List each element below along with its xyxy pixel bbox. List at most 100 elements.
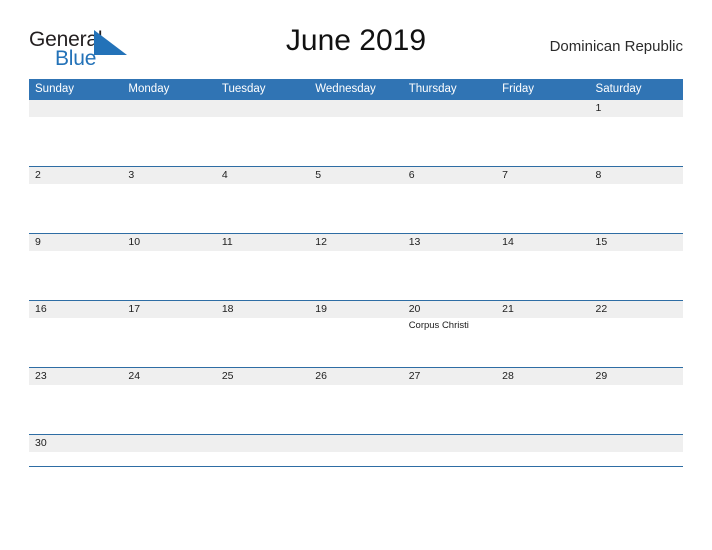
day-cell[interactable] (216, 251, 309, 300)
day-cell (403, 452, 496, 466)
calendar-week-row: 16 17 18 19 20 21 22 Corpus Christi (29, 300, 683, 367)
day-number[interactable]: 19 (309, 301, 402, 318)
weekday-wednesday: Wednesday (315, 83, 376, 95)
day-number[interactable]: 17 (122, 301, 215, 318)
day-cell[interactable] (496, 318, 589, 367)
day-number-band: 30 (29, 435, 683, 452)
day-cell[interactable] (29, 318, 122, 367)
day-cell[interactable] (29, 184, 122, 233)
day-event-band (29, 117, 683, 166)
day-number[interactable]: 24 (122, 368, 215, 385)
day-number[interactable]: 23 (29, 368, 122, 385)
day-number[interactable]: 9 (29, 234, 122, 251)
day-cell[interactable] (29, 452, 122, 466)
calendar-weeks: 1 2 3 4 5 6 7 8 9 10 11 12 13 14 15 16 17 18 19 20 21 22 Corpu… (29, 100, 683, 467)
day-number-empty (216, 100, 309, 117)
day-cell[interactable] (309, 251, 402, 300)
day-cell[interactable] (496, 251, 589, 300)
day-cell[interactable] (590, 318, 683, 367)
day-number[interactable]: 14 (496, 234, 589, 251)
day-number[interactable]: 21 (496, 301, 589, 318)
day-cell[interactable] (496, 184, 589, 233)
day-number[interactable]: 10 (122, 234, 215, 251)
day-cell[interactable] (122, 251, 215, 300)
day-cell[interactable] (309, 318, 402, 367)
day-cell[interactable] (590, 184, 683, 233)
day-number[interactable]: 29 (590, 368, 683, 385)
day-cell[interactable] (122, 184, 215, 233)
day-cell[interactable] (403, 184, 496, 233)
day-number[interactable]: 1 (590, 100, 683, 117)
day-cell[interactable] (216, 385, 309, 434)
day-cell[interactable] (590, 251, 683, 300)
day-cell (216, 452, 309, 466)
day-cell[interactable] (496, 385, 589, 434)
day-number-empty (309, 435, 402, 452)
holiday-event-label: Corpus Christi (408, 320, 469, 331)
day-event-band (29, 452, 683, 466)
day-number-band: 9 10 11 12 13 14 15 (29, 234, 683, 251)
calendar-week-row: 1 (29, 100, 683, 166)
weekday-header-row: Sunday Monday Tuesday Wednesday Thursday… (29, 79, 683, 100)
day-event-band (29, 251, 683, 300)
day-cell (496, 452, 589, 466)
calendar-week-row: 9 10 11 12 13 14 15 (29, 233, 683, 300)
day-cell[interactable] (590, 385, 683, 434)
day-number[interactable]: 4 (216, 167, 309, 184)
day-cell[interactable] (122, 385, 215, 434)
day-number[interactable]: 13 (403, 234, 496, 251)
day-number-band: 1 (29, 100, 683, 117)
calendar-week-row: 23 24 25 26 27 28 29 (29, 367, 683, 434)
day-number[interactable]: 26 (309, 368, 402, 385)
day-cell (216, 117, 309, 166)
day-number[interactable]: 12 (309, 234, 402, 251)
day-number[interactable]: 15 (590, 234, 683, 251)
day-number-empty (309, 100, 402, 117)
day-number[interactable]: 2 (29, 167, 122, 184)
day-number[interactable]: 16 (29, 301, 122, 318)
day-number[interactable]: 8 (590, 167, 683, 184)
calendar-grid: Sunday Monday Tuesday Wednesday Thursday… (29, 79, 683, 467)
day-number-band: 16 17 18 19 20 21 22 (29, 301, 683, 318)
day-number[interactable]: 7 (496, 167, 589, 184)
day-number-empty (403, 100, 496, 117)
day-cell[interactable] (309, 385, 402, 434)
day-cell[interactable] (122, 318, 215, 367)
day-cell (309, 117, 402, 166)
day-number[interactable]: 20 (403, 301, 496, 318)
calendar-week-row: 2345678 (29, 166, 683, 233)
day-cell[interactable] (403, 385, 496, 434)
day-number-empty (29, 100, 122, 117)
day-cell (309, 452, 402, 466)
day-cell (122, 117, 215, 166)
day-number-empty (496, 100, 589, 117)
day-cell[interactable]: Corpus Christi (403, 318, 496, 367)
day-number[interactable]: 5 (309, 167, 402, 184)
day-number[interactable]: 25 (216, 368, 309, 385)
region-label: Dominican Republic (549, 38, 683, 55)
day-number[interactable]: 6 (403, 167, 496, 184)
day-event-band: Corpus Christi (29, 318, 683, 367)
day-event-band (29, 184, 683, 233)
day-cell[interactable] (29, 251, 122, 300)
day-number[interactable]: 11 (216, 234, 309, 251)
day-cell[interactable] (29, 385, 122, 434)
day-cell[interactable] (590, 117, 683, 166)
day-cell[interactable] (403, 251, 496, 300)
day-number-empty (403, 435, 496, 452)
weekday-thursday: Thursday (408, 83, 457, 95)
day-number-empty (496, 435, 589, 452)
day-number[interactable]: 22 (590, 301, 683, 318)
day-cell (590, 452, 683, 466)
day-number[interactable]: 28 (496, 368, 589, 385)
day-number[interactable]: 30 (29, 435, 122, 452)
day-number[interactable]: 18 (216, 301, 309, 318)
day-cell[interactable] (309, 184, 402, 233)
day-cell[interactable] (216, 184, 309, 233)
day-number[interactable]: 3 (122, 167, 215, 184)
day-number[interactable]: 27 (403, 368, 496, 385)
day-number-empty (122, 435, 215, 452)
calendar-week-row: 30 (29, 434, 683, 467)
day-cell[interactable] (216, 318, 309, 367)
weekday-monday: Monday (128, 83, 170, 95)
